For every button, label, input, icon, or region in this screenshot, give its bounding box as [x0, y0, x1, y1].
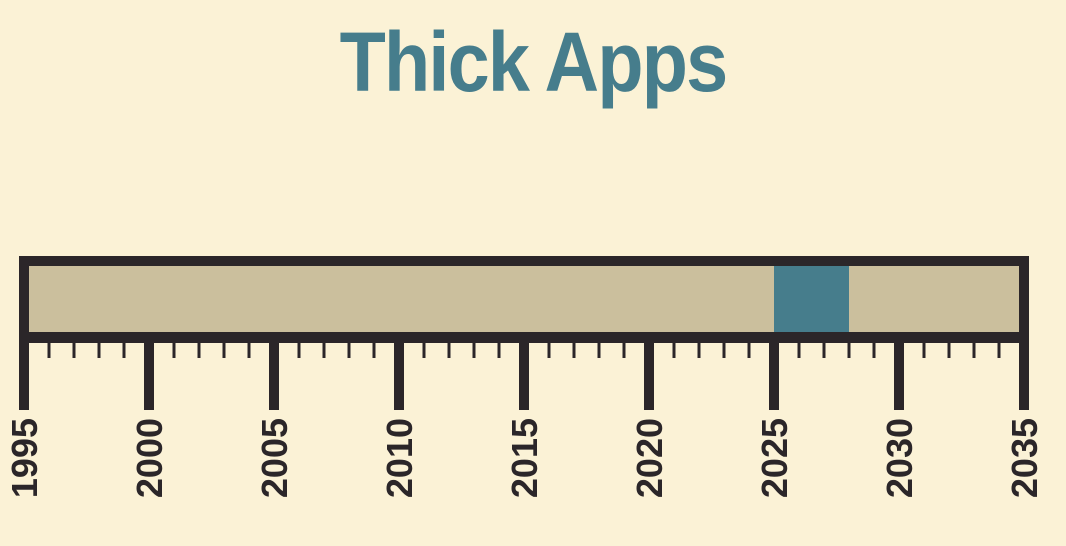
tick-label: 2025 — [754, 418, 795, 498]
tick-label: 2005 — [254, 418, 295, 498]
tick-labels: 1995 2000 2005 2010 2015 2020 2025 2030 2035 — [4, 418, 1045, 498]
tick-label: 2010 — [379, 418, 420, 498]
tick-label: 2000 — [129, 418, 170, 498]
tick-label: 2015 — [504, 418, 545, 498]
timeline-chart: 1995 2000 2005 2010 2015 2020 2025 2030 2035 — [4, 256, 1045, 498]
highlight-block — [774, 262, 849, 336]
timeline-bar — [24, 262, 1024, 336]
tick-label: 2020 — [629, 418, 670, 498]
tick-label: 2030 — [879, 418, 920, 498]
tick-label: 2035 — [1004, 418, 1045, 498]
tick-label: 1995 — [4, 418, 45, 498]
